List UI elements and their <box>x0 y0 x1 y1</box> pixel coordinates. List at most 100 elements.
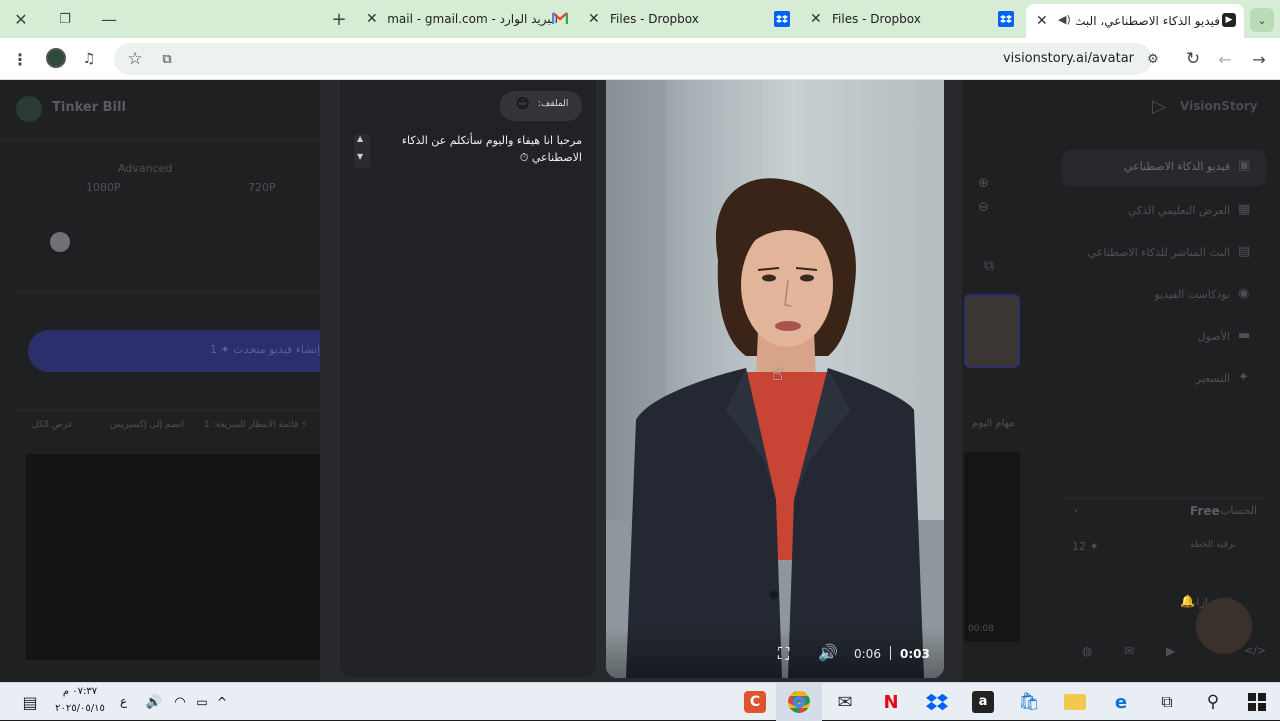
url-text[interactable]: visionstory.ai/avatar <box>940 51 1134 66</box>
upgrade-link[interactable]: ترقية الخطة <box>1190 540 1235 550</box>
input-language[interactable]: ع <box>120 694 127 708</box>
divider <box>16 410 320 411</box>
netflix-icon[interactable]: N <box>868 683 914 721</box>
slider-handle[interactable] <box>50 232 70 252</box>
arrow-down-icon[interactable]: ▼ <box>357 152 363 161</box>
nav-ai-video[interactable]: فيديو الذكاء الاصطناعي <box>1074 160 1230 173</box>
visionstory-logo-icon: ▷ <box>1152 96 1166 117</box>
tab-dropbox-2[interactable]: ✕ Files - Dropbox <box>804 0 1018 38</box>
tab-gmail[interactable]: ✕ البريد الوارد - Gmail - gmail.com <box>358 0 578 38</box>
resolution-title: Advanced <box>118 162 173 175</box>
microsoft-store-icon[interactable]: 🛍 <box>1006 683 1052 721</box>
close-tab-icon[interactable]: ✕ <box>810 11 822 27</box>
text-stepper[interactable]: ▲ ▼ <box>354 134 370 168</box>
divider <box>1062 498 1266 499</box>
profile-name: Tinker Bill <box>52 100 126 115</box>
video-controls-bar <box>606 628 944 678</box>
menu-dots-icon[interactable]: ⋮ <box>10 48 30 70</box>
code-icon[interactable]: </> <box>1244 644 1266 657</box>
chrome-icon[interactable] <box>776 683 822 721</box>
mail-icon[interactable]: ✉ <box>1124 644 1134 658</box>
amazon-icon[interactable]: a <box>960 683 1006 721</box>
forward-icon[interactable]: ← <box>1214 48 1236 70</box>
divider <box>0 140 320 141</box>
show-all-link[interactable]: عرض الكل <box>32 420 73 430</box>
arrow-up-icon[interactable]: ▲ <box>357 134 363 143</box>
clock-time[interactable]: ٠٧:٣٧ م <box>54 686 106 697</box>
speaker-emoji: 😊 <box>516 97 530 112</box>
dropbox-icon[interactable] <box>914 683 960 721</box>
dropbox-icon <box>774 11 790 27</box>
tab-dropbox-title: Files - Dropbox <box>610 12 699 26</box>
close-tab-icon[interactable]: ✕ <box>366 11 378 27</box>
file-explorer-icon[interactable] <box>1052 683 1098 721</box>
resolution-option[interactable]: 720P <box>248 181 276 194</box>
chevron-left-icon[interactable]: ‹ <box>1074 504 1078 517</box>
video-list-area <box>26 454 320 660</box>
zoom-in-icon[interactable]: ⊕ <box>978 176 989 191</box>
search-icon[interactable]: ⚲ <box>1190 683 1236 721</box>
tab-search-chevron-icon[interactable]: ⌄ <box>1250 8 1274 32</box>
credits-count: 12 ✦ <box>1072 540 1099 553</box>
tab-visionstory[interactable]: ✕ ◀) فيديو الذكاء الاصطناعي، البث ▶ <box>1026 4 1244 38</box>
speaker-chip[interactable]: 😊 الملقف: <box>500 91 582 121</box>
bookmark-star-icon[interactable]: ☆ <box>124 48 146 70</box>
back-icon[interactable]: → <box>1248 48 1270 70</box>
discord-icon[interactable]: ◍ <box>1082 644 1092 658</box>
task-thumbnail[interactable]: 00:08 <box>964 452 1020 642</box>
page-content: Tinker Bill Advanced 1080P 720P إنشاء في… <box>0 80 1280 682</box>
camtasia-icon[interactable]: C <box>732 683 778 721</box>
minimize-window-icon[interactable]: — <box>96 6 122 32</box>
nav-video-podcast[interactable]: بودكاست الفيديو <box>1074 288 1230 301</box>
volume-icon[interactable]: 🔊 <box>818 642 840 664</box>
clock-date[interactable]: ٢٠٢٥/٠٥/١٥ <box>54 703 106 714</box>
sparkle-icon: ✦ <box>1238 370 1249 385</box>
gallery-icon[interactable]: ⧉ <box>984 258 994 274</box>
audio-playing-icon: ◀) <box>1058 13 1071 26</box>
create-video-button[interactable]: إنشاء فيديو متحدث ✦ 1 <box>28 330 320 372</box>
reload-icon[interactable]: ↻ <box>1182 48 1204 70</box>
mail-icon[interactable]: ✉ <box>822 683 868 721</box>
volume-icon[interactable]: 🔊 <box>140 683 168 721</box>
resolution-option[interactable]: 1080P <box>86 181 121 194</box>
youtube-icon[interactable]: ▶ <box>1166 644 1175 658</box>
site-settings-icon[interactable]: ⚙ <box>1142 48 1164 70</box>
profile-avatar[interactable] <box>46 48 66 68</box>
nav-smart-presentation[interactable]: العرض التعليمي الذكي <box>1074 204 1230 217</box>
show-hidden-icons-icon[interactable]: ^ <box>210 683 234 721</box>
speaker-label: الملقف: <box>538 99 569 109</box>
avatar-modal: 😊 الملقف: ▲ ▼ مرحبا انا هيفاء واليوم سأت… <box>320 80 962 682</box>
tab-dropbox-1[interactable]: ✕ Files - Dropbox <box>582 0 796 38</box>
hand-cursor-icon: ☝ <box>772 364 783 385</box>
avatar-thumbnail[interactable] <box>964 294 1020 368</box>
profile-avatar[interactable] <box>16 96 42 122</box>
divider <box>16 292 320 293</box>
join-express-link[interactable]: انضم إلى إكسبريس <box>110 420 184 430</box>
notification-center-icon[interactable]: ▤ <box>10 683 50 721</box>
create-video-label: إنشاء فيديو متحدث ✦ 1 <box>210 343 321 356</box>
browser-tab-bar: ✕ ❐ — + ✕ البريد الوارد - Gmail - gmail.… <box>0 0 1280 38</box>
dropbox-icon <box>998 11 1014 27</box>
translate-icon[interactable]: ⧉ <box>156 48 178 70</box>
media-control-icon[interactable]: ♫ <box>78 48 100 70</box>
nav-ai-live[interactable]: البث المباشر للذكاء الاصطناعي <box>1042 246 1230 259</box>
new-tab-icon[interactable]: + <box>326 6 352 32</box>
windows-start-icon[interactable] <box>1234 683 1280 721</box>
zoom-out-icon[interactable]: ⊖ <box>978 200 989 215</box>
close-tab-icon[interactable]: ✕ <box>588 11 600 27</box>
restore-window-icon[interactable]: ❐ <box>52 6 78 32</box>
nav-assets[interactable]: الأصول <box>1074 330 1230 343</box>
account-label: الحساب <box>1220 504 1258 517</box>
time-divider <box>890 646 891 660</box>
fullscreen-icon[interactable]: ⛶ <box>778 644 798 664</box>
task-view-icon[interactable]: ⧉ <box>1144 683 1190 721</box>
left-panel: Tinker Bill Advanced 1080P 720P إنشاء في… <box>0 80 320 682</box>
gmail-icon <box>551 11 569 25</box>
visionstory-icon: ▶ <box>1222 13 1236 27</box>
video-plus-icon: ▣ <box>1238 158 1251 173</box>
edge-icon[interactable]: e <box>1098 683 1144 721</box>
nav-pricing[interactable]: التسعير <box>1074 372 1230 385</box>
close-window-icon[interactable]: ✕ <box>8 6 34 32</box>
close-tab-icon[interactable]: ✕ <box>1036 13 1048 29</box>
chat-message: مرحبا انا هيفاء واليوم سأتكلم عن الذكاء … <box>401 134 582 164</box>
